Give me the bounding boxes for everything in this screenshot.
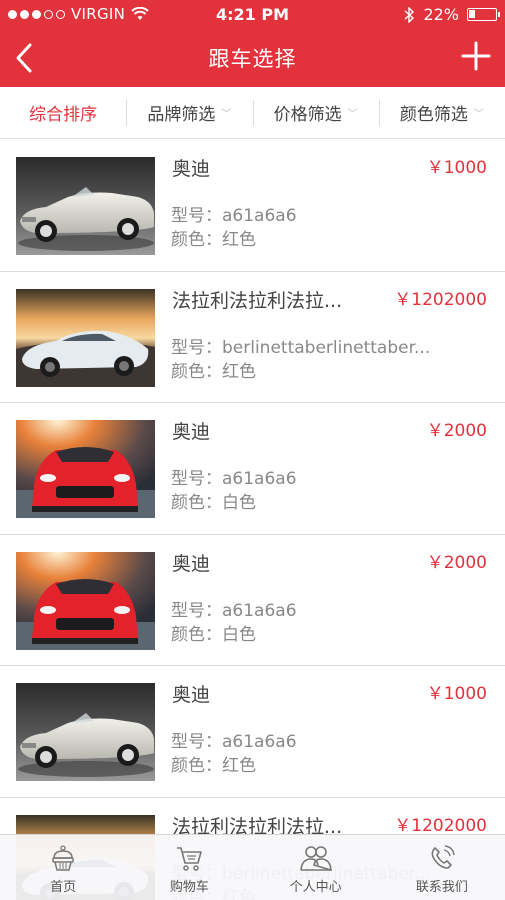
car-list-item[interactable]: 奥迪 ￥1000 型号：a61a6a6 颜色：红色 (0, 666, 505, 798)
filter-3[interactable]: 颜色筛选 ﹀ (378, 87, 505, 138)
filter-1[interactable]: 品牌筛选 ﹀ (126, 87, 252, 138)
filter-label: 颜色筛选 (399, 105, 468, 125)
tab-label: 购物车 (169, 880, 209, 895)
car-model: 型号：a61a6a6 (171, 732, 297, 753)
car-thumbnail (16, 551, 155, 650)
cake-icon (52, 845, 74, 871)
chevron-down-icon: ﹀ (473, 109, 484, 120)
cart-icon (177, 847, 203, 871)
tab-bar: 首页 购物车 个人中心 联系我们 (0, 834, 505, 900)
tab-label: 首页 (50, 880, 77, 895)
header: VIRGIN 4:21 PM 22% 跟车选择 (0, 0, 505, 87)
car-color: 颜色：白色 (171, 493, 256, 514)
page-title: 跟车选择 (208, 47, 297, 71)
tab-cart[interactable]: 购物车 (126, 835, 252, 900)
add-button[interactable] (461, 41, 491, 71)
car-model: 型号：berlinettaberlinettaber... (171, 337, 431, 358)
nav-bar: 跟车选择 (0, 30, 505, 87)
car-list-item[interactable]: 奥迪 ￥1000 型号：a61a6a6 颜色：红色 (0, 140, 505, 272)
chevron-down-icon: ﹀ (221, 109, 232, 120)
bluetooth-icon (404, 6, 415, 23)
car-color: 颜色：红色 (171, 361, 256, 382)
car-model: 型号：a61a6a6 (171, 469, 297, 490)
filter-0[interactable]: 综合排序 (0, 87, 126, 138)
car-price: ￥2000 (426, 421, 487, 442)
tab-label: 个人中心 (289, 880, 342, 895)
car-list: 奥迪 ￥1000 型号：a61a6a6 颜色：红色 法拉利法拉利法拉... ￥1… (0, 140, 505, 900)
car-color: 颜色：白色 (171, 624, 256, 645)
car-name: 奥迪 (172, 684, 211, 707)
filter-label: 综合排序 (29, 105, 98, 125)
car-color: 颜色：红色 (171, 230, 256, 250)
car-price: ￥1202000 (394, 289, 487, 310)
filter-bar: 综合排序 品牌筛选 ﹀ 价格筛选 ﹀ 颜色筛选 ﹀ (0, 87, 505, 139)
tab-home[interactable]: 首页 (0, 835, 126, 900)
car-name: 奥迪 (172, 421, 211, 444)
battery-icon (467, 8, 500, 21)
chevron-down-icon: ﹀ (347, 109, 358, 120)
car-price: ￥1000 (426, 158, 487, 178)
car-price: ￥1000 (426, 684, 487, 705)
car-price: ￥2000 (426, 552, 487, 573)
filter-2[interactable]: 价格筛选 ﹀ (252, 87, 379, 138)
car-list-item[interactable]: 奥迪 ￥2000 型号：a61a6a6 颜色：白色 (0, 535, 505, 667)
filter-label: 价格筛选 (273, 105, 342, 125)
filter-label: 品牌筛选 (147, 105, 216, 125)
phone-icon (431, 845, 455, 869)
car-list-item[interactable]: 法拉利法拉利法拉... ￥1202000 型号：berlinettaberlin… (0, 272, 505, 404)
car-model: 型号：a61a6a6 (171, 600, 297, 621)
plus-icon (461, 41, 491, 71)
car-name: 奥迪 (172, 552, 211, 575)
tab-label: 联系我们 (415, 880, 468, 895)
car-name: 法拉利法拉利法拉... (172, 289, 343, 312)
car-color: 颜色：红色 (171, 756, 256, 777)
car-list-item[interactable]: 奥迪 ￥2000 型号：a61a6a6 颜色：白色 (0, 403, 505, 535)
car-name: 奥迪 (172, 158, 211, 180)
car-thumbnail (16, 288, 155, 387)
car-thumbnail (16, 683, 155, 782)
battery-percent: 22% (423, 5, 459, 24)
people-icon (299, 846, 332, 872)
car-price: ￥1202000 (394, 815, 487, 836)
car-thumbnail (16, 157, 155, 255)
tab-contact[interactable]: 联系我们 (379, 835, 505, 900)
car-thumbnail (16, 420, 155, 519)
car-model: 型号：a61a6a6 (171, 206, 297, 226)
status-bar: VIRGIN 4:21 PM 22% (0, 0, 505, 30)
tab-profile[interactable]: 个人中心 (253, 835, 379, 900)
